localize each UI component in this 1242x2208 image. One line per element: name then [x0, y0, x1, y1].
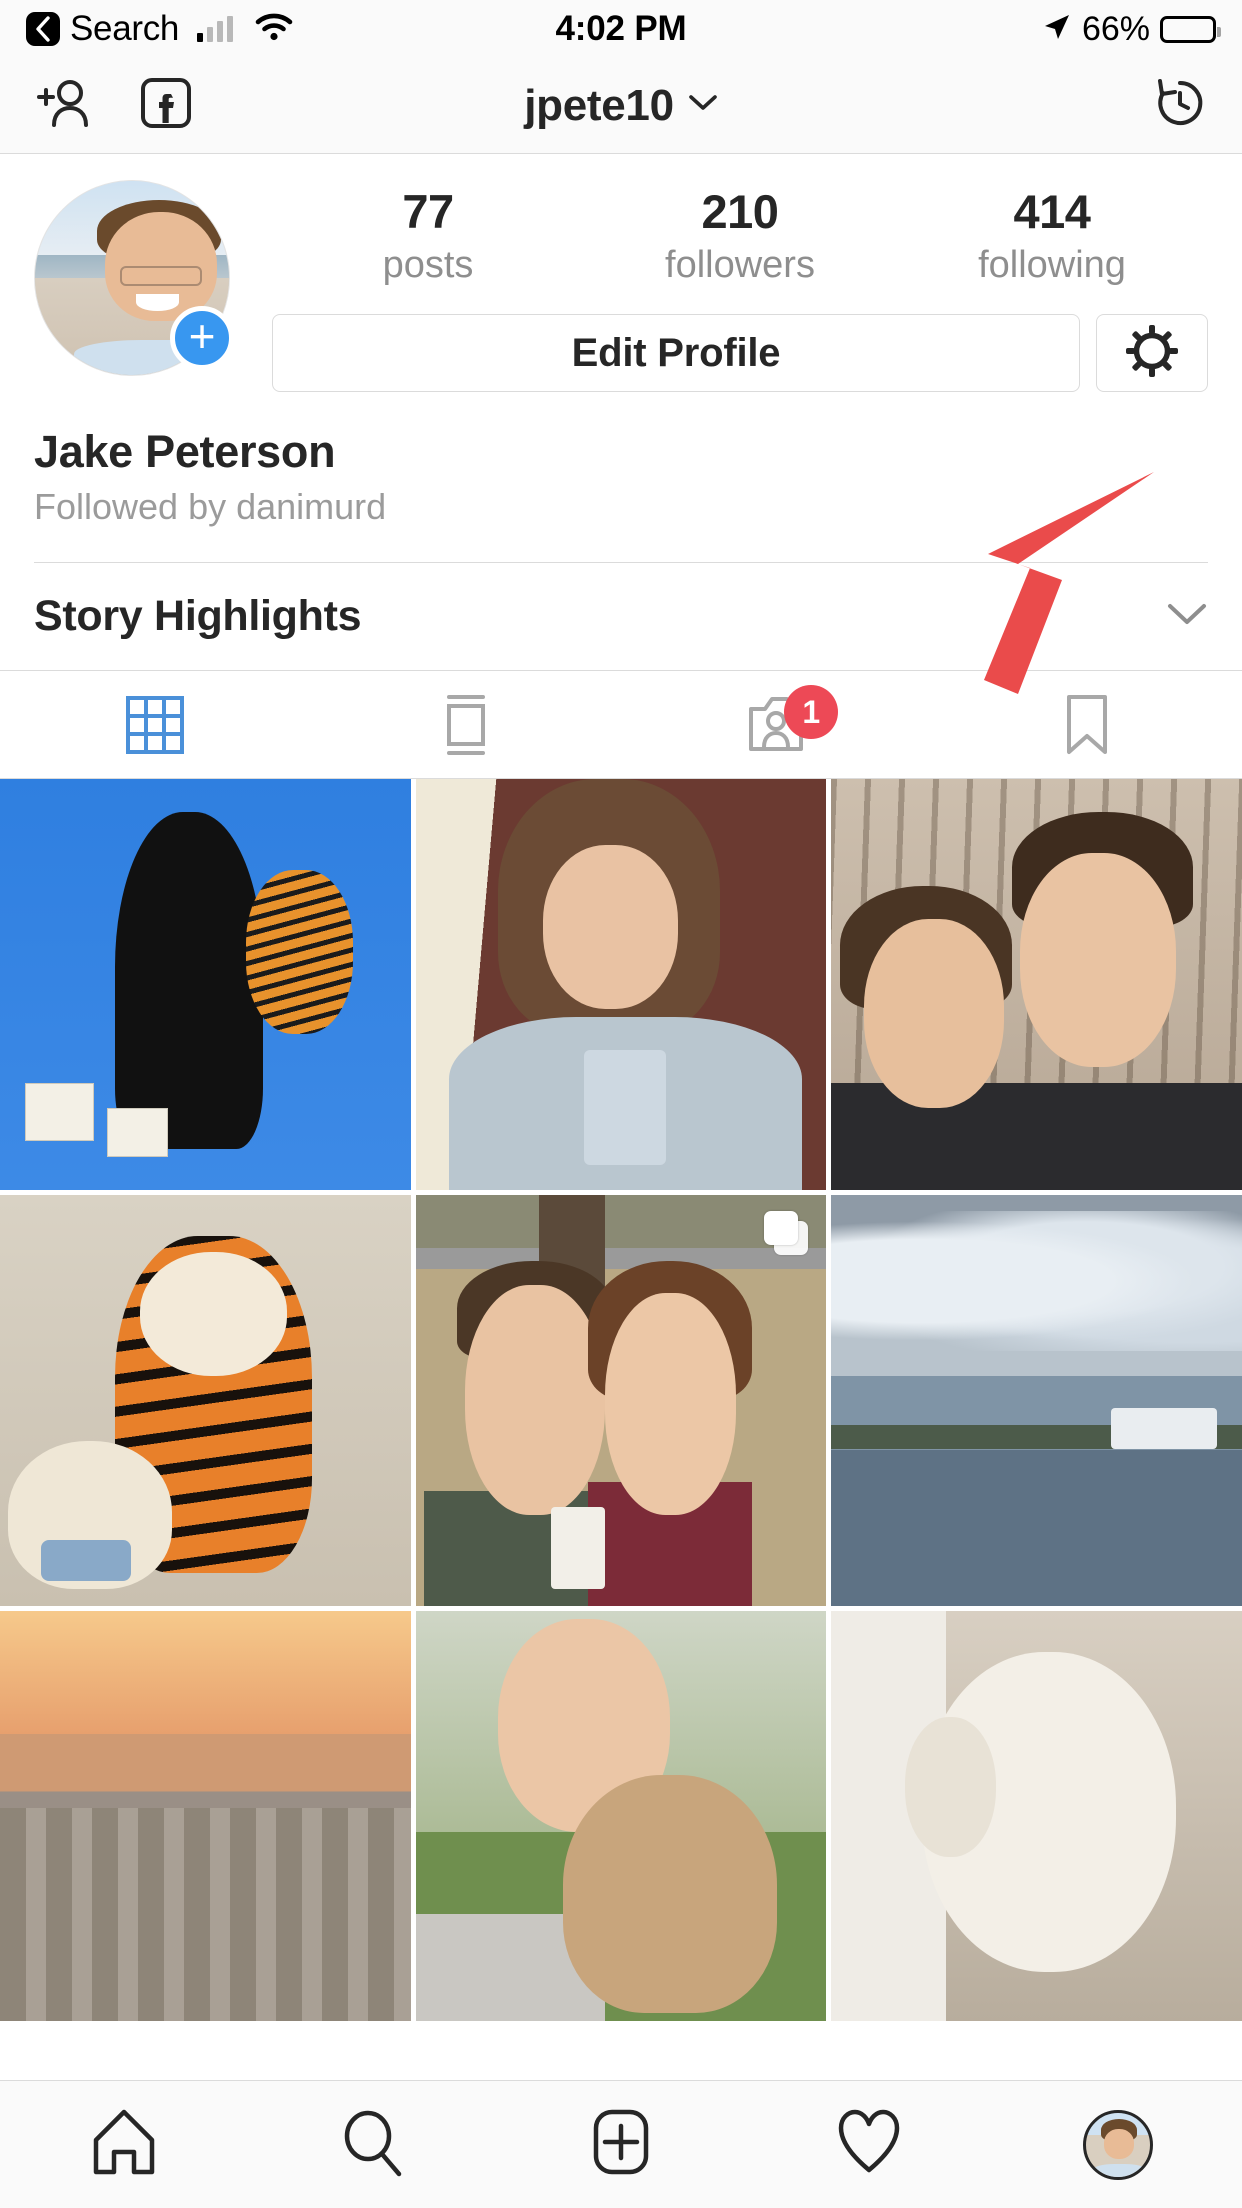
status-bar-back-label[interactable]: Search — [70, 9, 179, 49]
add-person-icon[interactable] — [34, 77, 96, 134]
stat-following-number: 414 — [1013, 185, 1091, 238]
post-2[interactable] — [415, 779, 827, 1190]
tagged-tab[interactable]: 1 — [621, 671, 932, 778]
archive-history-icon[interactable] — [1152, 75, 1208, 136]
navigation-bar-left — [34, 77, 192, 134]
status-bar-left: Search — [26, 9, 293, 49]
profile-avatar-icon — [1082, 2109, 1153, 2180]
profile-tab[interactable] — [994, 2109, 1242, 2180]
post-8[interactable] — [415, 1610, 827, 2022]
wifi-icon — [255, 13, 293, 46]
battery-icon — [1160, 15, 1221, 43]
stat-posts-number: 77 — [402, 185, 454, 238]
story-highlights-section[interactable]: Story Highlights — [0, 563, 1242, 672]
avatar[interactable]: + — [34, 180, 234, 376]
plus-square-icon — [585, 2106, 657, 2183]
profile-bio: Jake Peterson Followed by danimurd — [34, 392, 1208, 528]
post-9[interactable] — [831, 1610, 1242, 2022]
edit-profile-button[interactable]: Edit Profile — [272, 314, 1080, 393]
status-bar-right: 66% — [1042, 9, 1221, 49]
stat-following[interactable]: 414 following — [896, 185, 1208, 288]
status-bar: Search 4:02 PM 66% — [0, 0, 1242, 58]
stat-followers-number: 210 — [701, 185, 779, 238]
battery-percent-label: 66% — [1081, 9, 1150, 48]
profile-tab-bar: 1 — [0, 671, 1242, 780]
chevron-left-icon[interactable] — [26, 12, 60, 46]
add-story-plus-label: + — [188, 310, 216, 362]
profile-stats: 77 posts 210 followers 414 following — [272, 180, 1208, 288]
cellular-bars-icon — [197, 16, 234, 42]
post-7[interactable] — [0, 1610, 411, 2022]
navigation-bar-right — [1152, 75, 1208, 136]
page-title[interactable]: jpete10 — [524, 81, 674, 131]
stat-posts-label: posts — [382, 243, 474, 286]
stat-followers-label: followers — [665, 243, 815, 286]
navigation-bar: jpete10 — [0, 58, 1242, 154]
stat-followers[interactable]: 210 followers — [584, 185, 896, 288]
grid-tab[interactable] — [0, 671, 311, 778]
photo-grid — [0, 779, 1242, 2022]
gear-icon — [1125, 324, 1179, 383]
home-tab[interactable] — [0, 2106, 248, 2183]
search-icon — [337, 2106, 409, 2183]
chevron-down-icon[interactable] — [688, 93, 718, 118]
add-story-badge[interactable]: + — [170, 306, 234, 370]
profile-stats-and-actions: 77 posts 210 followers 414 following Edi… — [230, 180, 1208, 393]
instagram-profile-screen: Search 4:02 PM 66% jpete10 + 77 posts 21… — [0, 0, 1242, 2208]
list-tab[interactable] — [311, 671, 622, 778]
post-5[interactable] — [415, 1194, 827, 1606]
home-icon — [88, 2106, 160, 2183]
post-3[interactable] — [831, 779, 1242, 1190]
stat-following-label: following — [978, 243, 1126, 286]
post-4[interactable] — [0, 1194, 411, 1606]
facebook-icon[interactable] — [140, 77, 192, 134]
location-arrow-icon — [1042, 12, 1072, 47]
post-6[interactable] — [831, 1194, 1242, 1606]
add-post-tab[interactable] — [497, 2106, 745, 2183]
saved-tab[interactable] — [932, 671, 1242, 778]
carousel-indicator-icon — [764, 1210, 809, 1255]
search-tab[interactable] — [248, 2106, 496, 2183]
tagged-tab-badge: 1 — [784, 685, 839, 740]
profile-followed-by[interactable]: Followed by danimurd — [34, 486, 1208, 528]
activity-tab[interactable] — [745, 2106, 993, 2183]
profile-header-row: + 77 posts 210 followers 414 following E… — [34, 180, 1208, 393]
profile-action-row: Edit Profile — [272, 314, 1208, 393]
profile-header: + 77 posts 210 followers 414 following E… — [0, 154, 1242, 564]
chevron-down-icon[interactable] — [1166, 601, 1208, 632]
story-highlights-title: Story Highlights — [34, 592, 362, 641]
settings-button[interactable] — [1096, 314, 1208, 393]
stat-posts[interactable]: 77 posts — [272, 185, 584, 288]
profile-full-name: Jake Peterson — [34, 426, 336, 478]
bottom-navigation-bar — [0, 2080, 1242, 2208]
heart-icon — [833, 2106, 905, 2183]
post-1[interactable] — [0, 779, 411, 1190]
